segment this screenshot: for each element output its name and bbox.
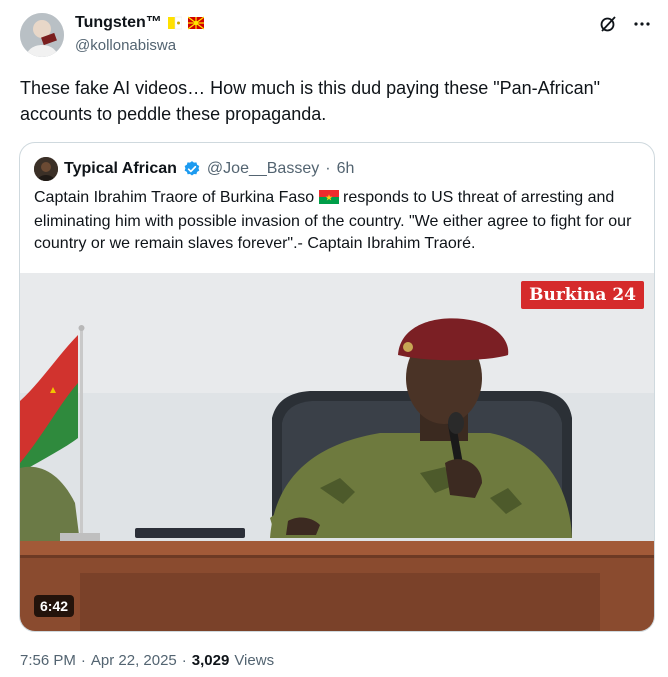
tweet-meta: 7:56 PM · Apr 22, 2025 · 3,029 Views (20, 652, 274, 669)
quote-text: Captain Ibrahim Traore of Burkina Faso r… (34, 187, 644, 255)
vatican-flag-icon (167, 16, 183, 30)
tweet-text: These fake AI videos… How much is this d… (20, 78, 601, 124)
author-handle[interactable]: @kollonabiswa (75, 37, 176, 54)
post-date[interactable]: Apr 22, 2025 (91, 652, 177, 669)
burkina-faso-flag-icon (318, 189, 339, 211)
verified-badge-icon (183, 160, 201, 178)
video-duration-badge: 6:42 (34, 595, 75, 617)
meta-separator: · (181, 652, 187, 669)
quote-author-handle[interactable]: @Joe__Bassey (207, 160, 319, 178)
more-options-icon[interactable] (632, 14, 652, 34)
views-count[interactable]: 3,029 (192, 652, 230, 669)
quote-author-avatar[interactable] (34, 157, 58, 181)
quote-author-name[interactable]: Typical African (64, 160, 177, 178)
quoted-tweet[interactable]: Typical African @Joe__Bassey · 6h Captai… (19, 142, 655, 632)
north-macedonia-flag-icon (187, 16, 205, 30)
post-time[interactable]: 7:56 PM (20, 652, 76, 669)
quote-text-part1: Captain Ibrahim Traore of Burkina Faso (34, 189, 315, 206)
views-label: Views (234, 652, 275, 669)
video-watermark: Burkina 24 (521, 281, 644, 309)
quote-separator: · (325, 160, 331, 177)
quote-timestamp[interactable]: 6h (337, 160, 355, 178)
video-player[interactable]: Burkina 24 6:42 (20, 273, 654, 631)
meta-separator: · (80, 652, 86, 669)
author-avatar[interactable] (20, 13, 64, 57)
author-name[interactable]: Tungsten™ (75, 14, 162, 32)
grok-icon[interactable] (598, 14, 618, 34)
